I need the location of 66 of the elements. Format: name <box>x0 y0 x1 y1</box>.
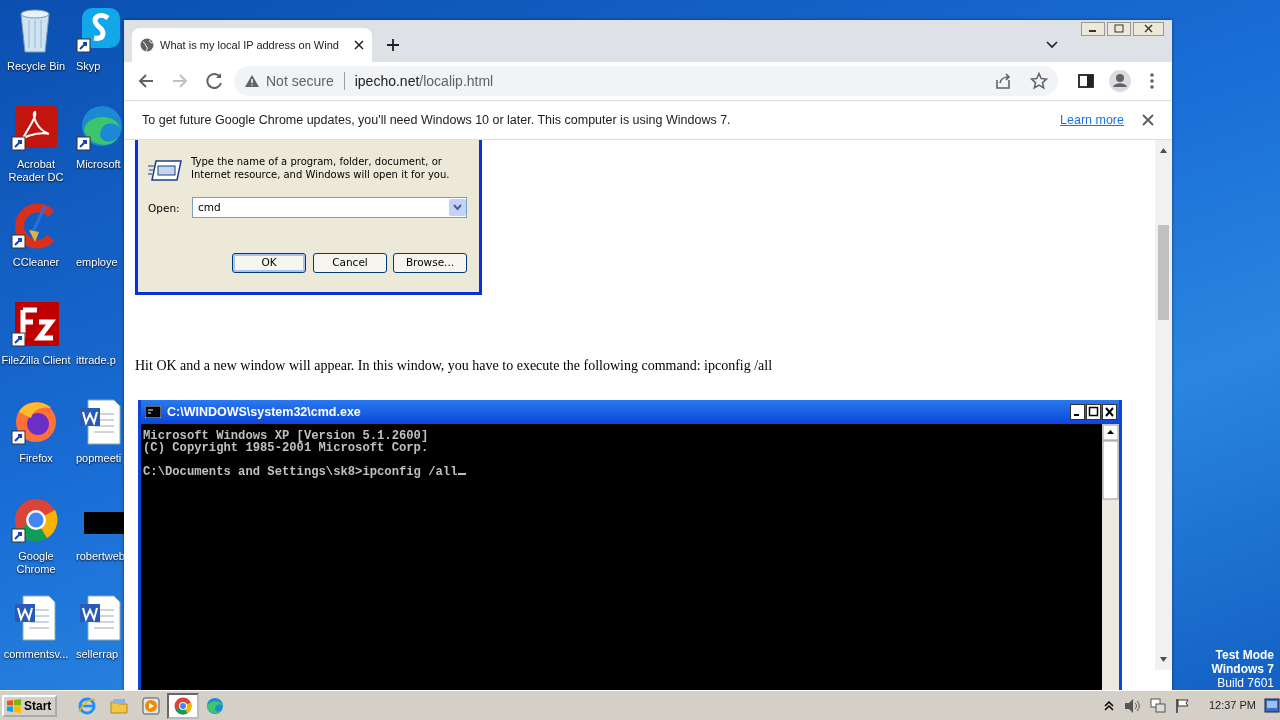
close-icon[interactable] <box>354 40 364 50</box>
field-label: Open: <box>148 201 180 216</box>
minimize-icon[interactable] <box>1081 22 1105 36</box>
globe-icon <box>140 38 154 52</box>
close-icon[interactable] <box>1133 22 1164 36</box>
icon-label[interactable]: employe <box>76 256 118 269</box>
console-line: Microsoft Windows XP [Version 5.1.2600] <box>143 430 430 442</box>
dialog-button[interactable]: OK <box>232 253 306 273</box>
browser-tab[interactable]: What is my local IP address on Wind <box>132 28 372 62</box>
warning-icon <box>244 74 260 88</box>
taskbar-button[interactable] <box>167 692 200 719</box>
close-icon[interactable] <box>1102 404 1117 420</box>
chrome-icon <box>173 695 194 716</box>
share-icon[interactable] <box>994 72 1012 90</box>
media-player-icon <box>141 695 162 716</box>
icon-label[interactable]: Skyp <box>76 60 101 73</box>
minimize-icon[interactable] <box>1070 404 1085 420</box>
flag-icon[interactable] <box>1174 697 1191 714</box>
clock[interactable]: 12:37 PM <box>1208 697 1256 714</box>
icon-label[interactable]: popmeeti <box>76 452 122 465</box>
console-line: (C) Copyright 1985-2001 Microsoft Corp. <box>143 442 430 454</box>
security-label: Not secure <box>266 71 334 91</box>
star-icon[interactable] <box>1030 72 1048 90</box>
url-text: ipecho.net/localip.html <box>354 71 494 91</box>
dialog-button[interactable]: Browse... <box>393 253 467 273</box>
notice-heading: Windows 7 <box>1211 662 1274 676</box>
notice-heading: Test Mode <box>1214 648 1274 662</box>
icon-label[interactable]: sellerrap <box>76 648 119 661</box>
icon-label[interactable]: Acrobat Reader DC <box>1 158 71 184</box>
open-combo-box[interactable]: cmd <box>192 197 467 218</box>
speaker-icon[interactable] <box>1122 697 1141 714</box>
window-title: C:\WINDOWS\system32\cmd.exe <box>167 403 362 421</box>
icon-label[interactable]: ittrade.p <box>76 354 116 367</box>
icon-label[interactable]: robertweb <box>76 550 125 563</box>
chevron-up-icon[interactable] <box>1102 699 1115 712</box>
tab-title: What is my local IP address on Wind <box>160 37 340 53</box>
edge-icon <box>205 695 226 716</box>
dialog-button[interactable]: Cancel <box>313 253 387 273</box>
filezilla-icon[interactable] <box>11 300 61 350</box>
learn-more-link[interactable]: Learn more <box>1060 110 1124 130</box>
icon-label[interactable]: Google Chrome <box>1 550 71 576</box>
icon-label[interactable]: FileZilla Client <box>1 354 71 367</box>
profile-icon[interactable] <box>1106 67 1134 95</box>
icon-label[interactable]: CCleaner <box>12 256 60 269</box>
instruction-text: Hit OK and a new window will appear. In this window, you have to execute the following command: ipconfig /all <box>135 357 774 375</box>
maximize-icon[interactable] <box>1086 404 1101 420</box>
start-button[interactable]: Start <box>2 694 58 717</box>
text-cursor <box>457 473 466 475</box>
dialog-prompt: Type the name of a program, folder, document, or Internet resource, and Windows will open it for you. <box>191 155 451 181</box>
run-icon <box>148 158 182 182</box>
icon-label[interactable]: Firefox <box>19 452 53 465</box>
close-icon[interactable] <box>1142 114 1154 126</box>
network-icon[interactable] <box>1148 697 1167 714</box>
windows-logo-icon <box>6 697 22 714</box>
show-desktop-icon[interactable] <box>1264 696 1280 715</box>
console-line: C:\Documents and Settings\sk8>ipconfig /all <box>143 466 1100 478</box>
icon-label[interactable]: commentsv... <box>3 648 69 661</box>
ie-icon <box>77 695 98 716</box>
icon-label[interactable]: Recycle Bin <box>6 60 66 73</box>
icon-label[interactable]: Microsoft <box>76 158 121 171</box>
new-tab-icon[interactable] <box>386 38 400 52</box>
console-icon <box>145 406 161 418</box>
infobar-message: To get future Google Chrome updates, you'll need Windows 10 or later. This computer is using Windows 7. <box>142 111 732 129</box>
address-bar[interactable]: Not secure ipecho.net/localip.html <box>234 66 1058 96</box>
notice-text: Build 7601 <box>1216 676 1274 690</box>
chevron-down-icon[interactable] <box>1046 41 1058 49</box>
